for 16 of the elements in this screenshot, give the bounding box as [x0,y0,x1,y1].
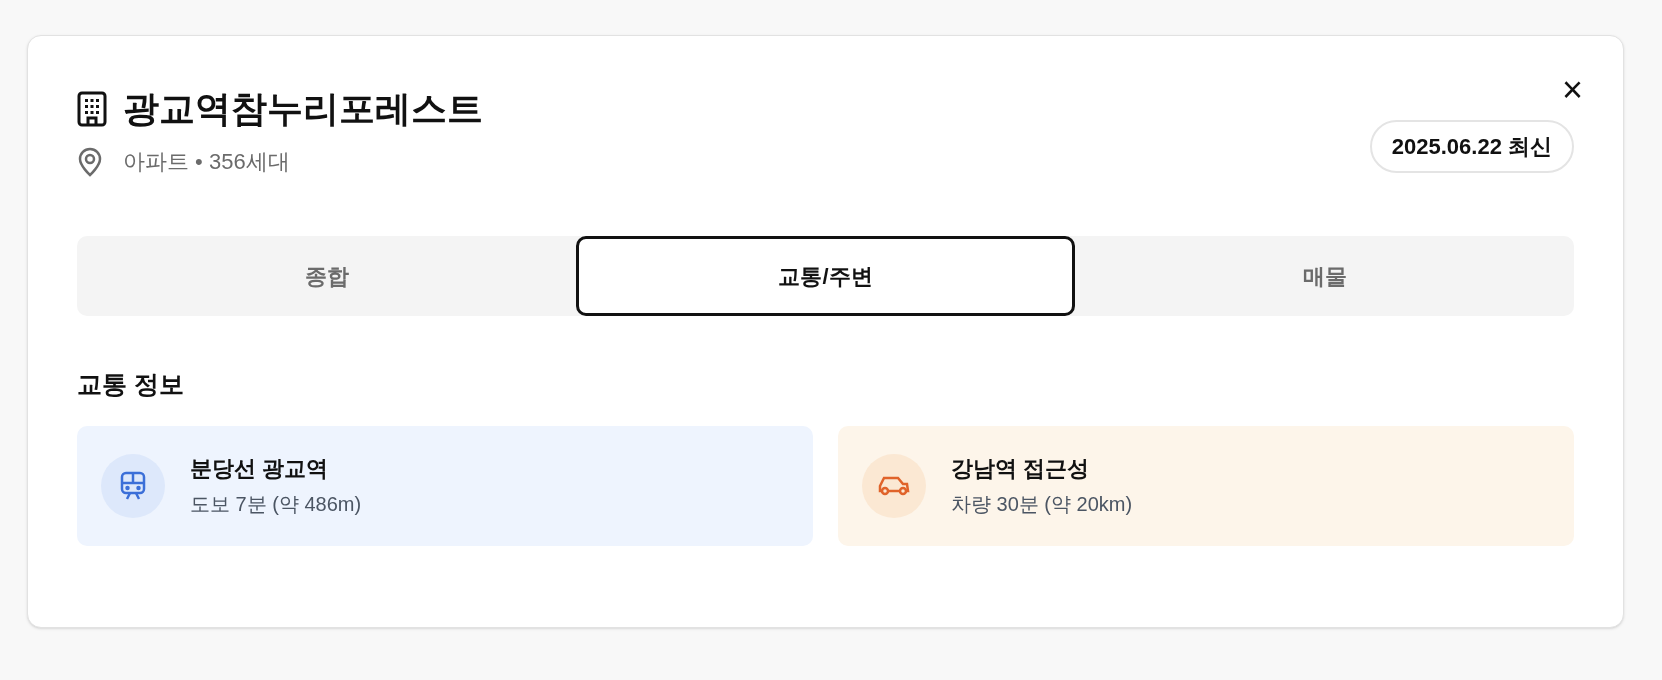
transport-name: 강남역 접근성 [951,455,1091,483]
section-heading: 교통 정보 [77,369,185,400]
transport-name: 분당선 광교역 [190,455,330,483]
tab[interactable]: 종합 [77,236,576,316]
location-pin-icon [77,146,103,177]
transport-detail: 차량 30분 (약 20km) [951,492,1133,517]
update-date-badge: 2025.06.22 최신 [1369,120,1574,173]
transport-detail: 도보 7분 (약 486m) [190,492,362,517]
close-button[interactable]: × [1561,72,1583,108]
car-icon [878,474,910,497]
tab[interactable]: 매물 [1075,236,1574,316]
tab[interactable]: 교통/주변 [576,236,1075,316]
apartment-subtitle: 아파트 • 356세대 [123,148,290,176]
building-icon [77,90,107,127]
apartment-title: 광교역참누리포레스트 [123,87,483,131]
train-icon [120,470,146,501]
